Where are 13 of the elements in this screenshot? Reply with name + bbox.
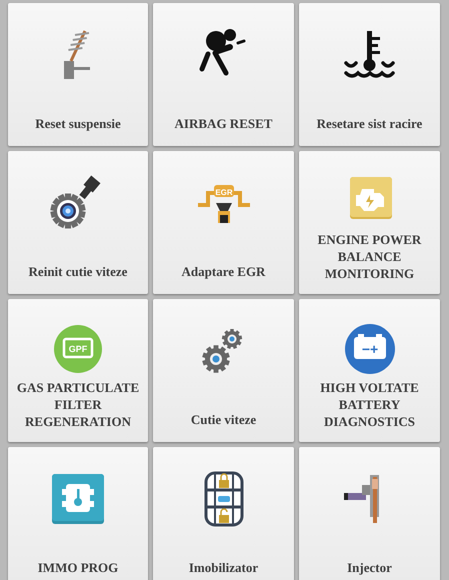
function-tile[interactable]: ENGINE POWER BALANCE MONITORING — [299, 151, 440, 294]
spring-icon — [63, 29, 93, 81]
function-tile[interactable]: −+ HIGH VOLTATE BATTERY DIAGNOSTICS — [299, 299, 440, 442]
function-tile[interactable]: Reinit cutie viteze — [8, 151, 148, 294]
function-tile[interactable]: Reset suspensie — [8, 3, 148, 146]
function-tile[interactable]: GPF GAS PARTICULATE FILTER REGENERATION — [8, 299, 148, 442]
function-tile[interactable]: Injector — [299, 447, 440, 580]
function-tile[interactable]: Imobilizator — [153, 447, 294, 580]
function-tile[interactable]: IMMO PROG — [8, 447, 148, 580]
function-tile[interactable]: EGR Adaptare EGR — [153, 151, 294, 294]
function-tile[interactable]: Cutie viteze — [153, 299, 294, 442]
function-tile[interactable]: AIRBAG RESET — [153, 3, 294, 146]
function-tile[interactable]: Resetare sist racire — [299, 3, 440, 146]
